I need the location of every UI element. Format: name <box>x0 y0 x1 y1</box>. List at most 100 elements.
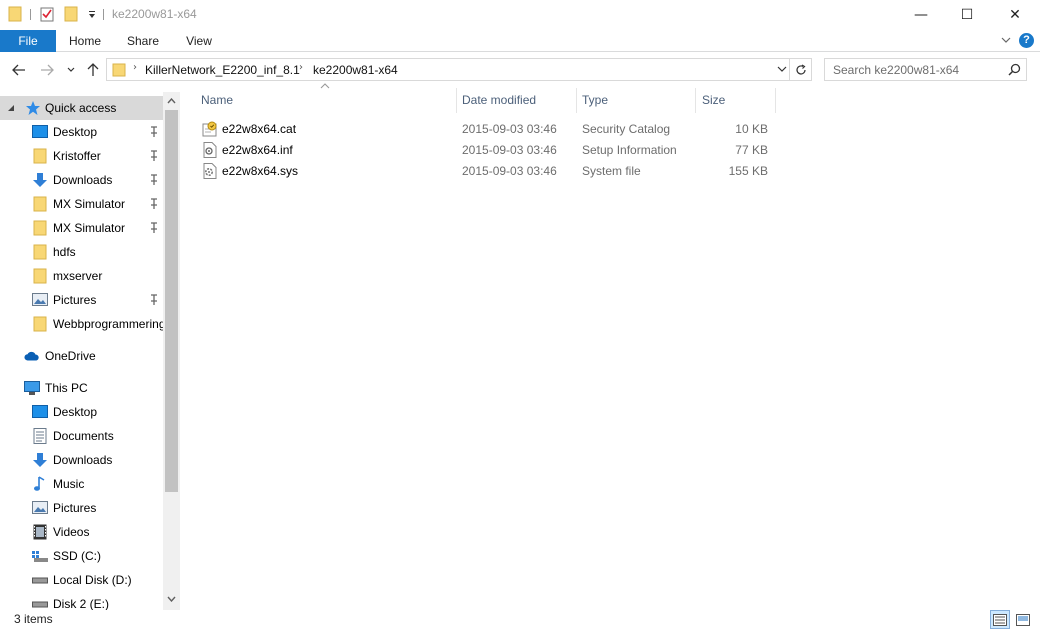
sidebar-item-disk-2-e[interactable]: Disk 2 (E:) <box>0 592 163 610</box>
tab-view[interactable]: View <box>176 30 222 52</box>
file-name[interactable]: e22w8x64.sys <box>222 164 298 178</box>
column-header-name[interactable]: Name <box>195 88 457 113</box>
sidebar-item-webbprogrammering[interactable]: Webbprogrammering <box>0 312 163 336</box>
column-divider[interactable] <box>775 88 776 113</box>
tab-share[interactable]: Share <box>120 30 166 52</box>
file-name[interactable]: e22w8x64.cat <box>222 122 296 136</box>
sidebar-item-pc-music[interactable]: Music <box>0 472 163 496</box>
ssd-drive-icon <box>32 548 48 564</box>
pictures-icon <box>32 500 48 516</box>
sidebar-item-pc-documents[interactable]: Documents <box>0 424 163 448</box>
table-row[interactable]: e22w8x64.cat 2015-09-03 03:46 Security C… <box>200 119 780 140</box>
file-size: 155 KB <box>728 164 768 178</box>
properties-icon[interactable] <box>38 5 56 23</box>
scroll-up-icon[interactable] <box>163 92 180 109</box>
folder-icon <box>32 268 48 284</box>
sidebar-item-mxserver[interactable]: mxserver <box>0 264 163 288</box>
downloads-icon <box>32 172 48 188</box>
folder-icon <box>32 220 48 236</box>
sidebar-item-mx-simulator[interactable]: MX Simulator <box>0 192 163 216</box>
breadcrumb-parent[interactable]: KillerNetwork_E2200_inf_8.1 <box>145 63 300 77</box>
new-folder-icon[interactable] <box>62 5 80 23</box>
address-row: › KillerNetwork_E2200_inf_8.1 › ke2200w8… <box>0 52 1040 88</box>
scrollbar-thumb[interactable] <box>165 110 178 492</box>
item-count: 3 items <box>14 612 53 626</box>
folder-icon <box>112 63 126 80</box>
sidebar-item-pc-downloads[interactable]: Downloads <box>0 448 163 472</box>
sidebar-item-mx-simulator-2[interactable]: MX Simulator <box>0 216 163 240</box>
sidebar-item-label: Desktop <box>53 405 98 419</box>
column-header-date[interactable]: Date modified <box>456 88 576 113</box>
scroll-down-icon[interactable] <box>163 590 180 607</box>
sidebar-item-label: SSD (C:) <box>53 549 101 563</box>
nav-scrollbar[interactable] <box>163 92 180 610</box>
pin-icon[interactable] <box>149 222 159 237</box>
title-bar: ke2200w81-x64 — ☐ ✕ <box>0 0 1040 30</box>
file-name[interactable]: e22w8x64.inf <box>222 143 293 157</box>
music-icon <box>32 476 48 492</box>
help-icon[interactable]: ? <box>1019 33 1034 48</box>
chevron-right-icon[interactable]: › <box>133 62 137 73</box>
videos-icon <box>32 524 48 540</box>
sidebar-item-label: Webbprogrammering <box>53 317 163 331</box>
sidebar-item-pc-videos[interactable]: Videos <box>0 520 163 544</box>
sidebar-item-desktop[interactable]: Desktop <box>0 120 163 144</box>
sidebar-item-local-disk-d[interactable]: Local Disk (D:) <box>0 568 163 592</box>
chevron-right-icon[interactable]: › <box>299 62 303 73</box>
column-header-type[interactable]: Type <box>576 88 694 113</box>
file-date: 2015-09-03 03:46 <box>462 122 557 136</box>
table-row[interactable]: e22w8x64.sys 2015-09-03 03:46 System fil… <box>200 161 780 182</box>
maximize-button[interactable]: ☐ <box>944 0 990 29</box>
address-dropdown-icon[interactable] <box>777 62 787 79</box>
pin-icon[interactable] <box>149 150 159 165</box>
sidebar-item-ssd-c[interactable]: SSD (C:) <box>0 544 163 568</box>
folder-icon <box>32 196 48 212</box>
search-box[interactable] <box>824 58 1027 81</box>
tab-file[interactable]: File <box>0 30 56 52</box>
file-date: 2015-09-03 03:46 <box>462 164 557 178</box>
sidebar-item-pictures[interactable]: Pictures <box>0 288 163 312</box>
onedrive-icon <box>24 348 40 364</box>
file-type: Security Catalog <box>582 122 671 136</box>
sidebar-item-quick-access[interactable]: Quick access <box>0 96 163 120</box>
desktop-icon <box>32 404 48 420</box>
sidebar-item-downloads[interactable]: Downloads <box>0 168 163 192</box>
recent-locations-button[interactable] <box>62 62 80 78</box>
breadcrumb-current[interactable]: ke2200w81-x64 <box>313 63 398 77</box>
pin-icon[interactable] <box>149 126 159 141</box>
sidebar-item-hdfs[interactable]: hdfs <box>0 240 163 264</box>
ribbon-tabs: File Home Share View ? <box>0 30 1040 52</box>
expand-ribbon-icon[interactable] <box>1000 34 1012 46</box>
sidebar-item-onedrive[interactable]: OneDrive <box>0 344 163 368</box>
system-file-icon <box>202 163 218 179</box>
up-button[interactable] <box>84 62 102 78</box>
pin-icon[interactable] <box>149 174 159 189</box>
details-view-button[interactable] <box>990 610 1010 629</box>
address-bar[interactable]: › KillerNetwork_E2200_inf_8.1 › ke2200w8… <box>106 58 812 81</box>
pin-icon[interactable] <box>149 198 159 213</box>
close-button[interactable]: ✕ <box>992 0 1038 29</box>
sidebar-item-kristoffer[interactable]: Kristoffer <box>0 144 163 168</box>
pin-icon[interactable] <box>149 294 159 309</box>
status-bar: 3 items <box>0 610 1040 630</box>
customize-toolbar-icon[interactable] <box>83 5 101 23</box>
tab-home[interactable]: Home <box>62 30 108 52</box>
sidebar-item-this-pc[interactable]: This PC <box>0 376 163 400</box>
sidebar-item-pc-pictures[interactable]: Pictures <box>0 496 163 520</box>
search-icon[interactable] <box>1008 63 1021 79</box>
folder-icon <box>32 148 48 164</box>
refresh-button[interactable] <box>789 59 811 80</box>
sidebar-item-label: Desktop <box>53 125 98 139</box>
table-row[interactable]: e22w8x64.inf 2015-09-03 03:46 Setup Info… <box>200 140 780 161</box>
sidebar-item-label: Pictures <box>53 293 97 307</box>
sidebar-item-pc-desktop[interactable]: Desktop <box>0 400 163 424</box>
sidebar-item-label: Disk 2 (E:) <box>53 597 110 610</box>
expand-arrow-icon[interactable] <box>3 100 19 116</box>
column-header-size[interactable]: Size <box>696 88 776 113</box>
search-input[interactable] <box>825 59 1005 80</box>
minimize-button[interactable]: — <box>898 0 944 29</box>
large-icons-view-button[interactable] <box>1013 610 1033 629</box>
disk-drive-icon <box>32 572 48 588</box>
back-button[interactable] <box>10 62 28 78</box>
forward-button[interactable] <box>38 62 56 78</box>
